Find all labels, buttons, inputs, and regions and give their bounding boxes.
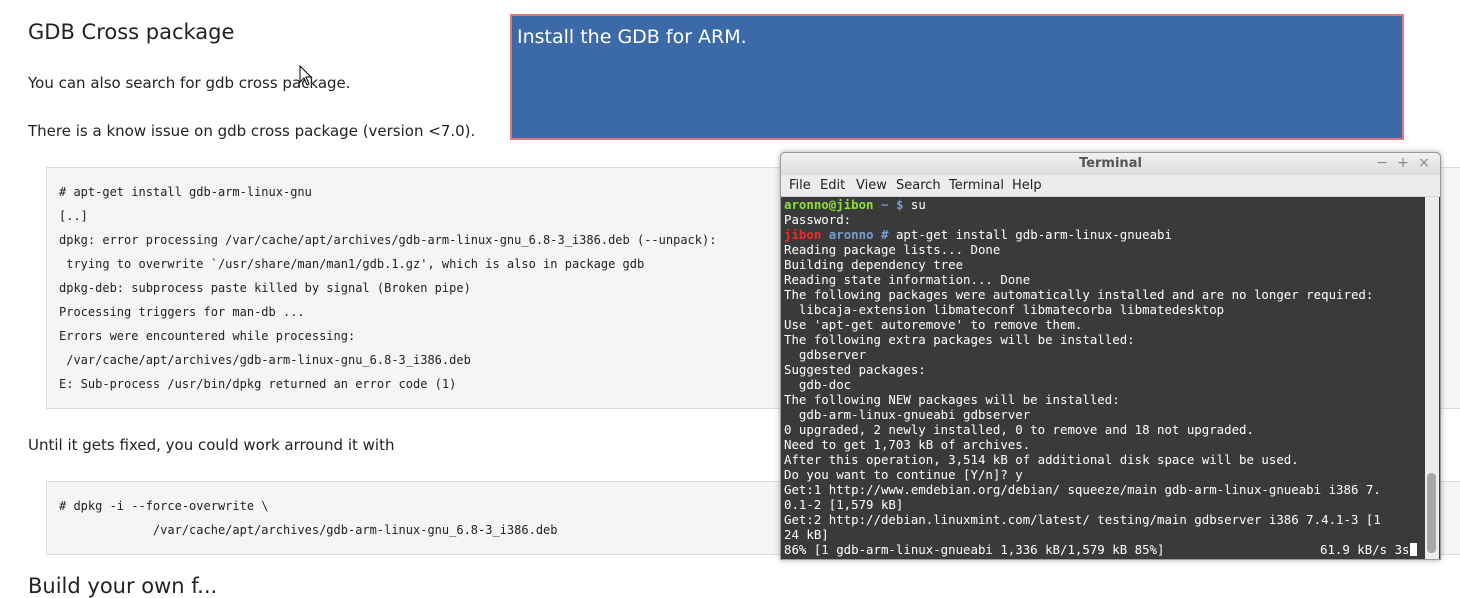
prompt-line-root: jibon aronno # apt-get install gdb-arm-l… bbox=[784, 227, 1172, 242]
terminal-menubar: File Edit View Search Terminal Help bbox=[781, 175, 1440, 197]
scrollbar-thumb[interactable] bbox=[1427, 473, 1436, 553]
prompt-command: su bbox=[910, 197, 926, 212]
minimize-icon[interactable]: − bbox=[1374, 155, 1390, 171]
prompt-path: ~ bbox=[881, 197, 889, 212]
terminal-scrollbar[interactable] bbox=[1425, 197, 1439, 559]
terminal-cursor bbox=[1409, 543, 1417, 556]
code-line: E: Sub-process /usr/bin/dpkg returned an… bbox=[59, 377, 457, 391]
paragraph-workaround: Until it gets fixed, you could work arro… bbox=[28, 436, 395, 454]
terminal-line: 24 kB] bbox=[784, 527, 829, 542]
menu-search[interactable]: Search bbox=[896, 178, 941, 193]
prompt-symbol: # bbox=[881, 227, 889, 242]
terminal-line: Reading state information... Done bbox=[784, 272, 1031, 287]
code-line: dpkg-deb: subprocess paste killed by sig… bbox=[59, 281, 471, 295]
menu-edit[interactable]: Edit bbox=[820, 178, 845, 193]
terminal-line: The following NEW packages will be insta… bbox=[784, 392, 1120, 407]
menu-help[interactable]: Help bbox=[1012, 178, 1042, 193]
annotation-banner: Install the GDB for ARM. bbox=[510, 14, 1404, 140]
code-line: /var/cache/apt/archives/gdb-arm-linux-gn… bbox=[59, 353, 471, 367]
progress-rate: 61.9 kB/s 3s bbox=[1320, 542, 1410, 557]
terminal-line: Use 'apt-get autoremove' to remove them. bbox=[784, 317, 1083, 332]
terminal-titlebar[interactable]: Terminal − + × bbox=[781, 153, 1440, 176]
paragraph-known-issue: There is a know issue on gdb cross packa… bbox=[28, 122, 476, 140]
mouse-pointer-icon bbox=[299, 64, 313, 91]
prompt-path: aronno bbox=[828, 227, 874, 242]
terminal-line: After this operation, 3,514 kB of additi… bbox=[784, 452, 1299, 467]
terminal-line: Do you want to continue [Y/n]? y bbox=[784, 467, 1023, 482]
terminal-line: Password: bbox=[784, 212, 852, 227]
menu-terminal[interactable]: Terminal bbox=[949, 178, 1004, 193]
maximize-icon[interactable]: + bbox=[1395, 155, 1411, 171]
terminal-line: The following packages were automaticall… bbox=[784, 287, 1374, 302]
progress-line-left: 86% [1 gdb-arm-linux-gnueabi 1,336 kB/1,… bbox=[784, 542, 1165, 557]
terminal-line: gdb-arm-linux-gnueabi gdbserver bbox=[784, 407, 1031, 422]
prompt-user: aronno@jibon bbox=[784, 197, 874, 212]
terminal-title: Terminal bbox=[1079, 156, 1142, 171]
banner-text: Install the GDB for ARM. bbox=[517, 26, 747, 48]
code-line: Processing triggers for man-db ... bbox=[59, 305, 305, 319]
code-line: # dpkg -i --force-overwrite \ bbox=[59, 499, 269, 513]
terminal-window[interactable]: Terminal − + × File Edit View Search Ter… bbox=[780, 152, 1441, 560]
code-line: Errors were encountered while processing… bbox=[59, 329, 356, 343]
section-heading: GDB Cross package bbox=[28, 20, 235, 44]
progress-line-right: 61.9 kB/s 3s bbox=[1320, 542, 1417, 557]
terminal-line: 0.1-2 [1,579 kB] bbox=[784, 497, 904, 512]
terminal-line: gdbserver bbox=[784, 347, 867, 362]
code-line: dpkg: error processing /var/cache/apt/ar… bbox=[59, 233, 717, 247]
code-line: [..] bbox=[59, 209, 88, 223]
prompt-host: jibon bbox=[784, 227, 822, 242]
terminal-screen[interactable]: aronno@jibon ~ $ su Password: jibon aron… bbox=[784, 197, 1424, 559]
menu-view[interactable]: View bbox=[856, 178, 887, 193]
terminal-line: Reading package lists... Done bbox=[784, 242, 1001, 257]
terminal-line: Building dependency tree bbox=[784, 257, 964, 272]
prompt-symbol: $ bbox=[895, 197, 904, 212]
terminal-line: 0 upgraded, 2 newly installed, 0 to remo… bbox=[784, 422, 1254, 437]
next-section-heading: Build your own f... bbox=[28, 574, 218, 598]
prompt-line-user: aronno@jibon ~ $ su bbox=[784, 197, 926, 212]
code-line: # apt-get install gdb-arm-linux-gnu bbox=[59, 185, 312, 199]
menu-file[interactable]: File bbox=[789, 178, 811, 193]
terminal-line: gdb-doc bbox=[784, 377, 852, 392]
terminal-line: Get:2 http://debian.linuxmint.com/latest… bbox=[784, 512, 1381, 527]
code-line: /var/cache/apt/archives/gdb-arm-linux-gn… bbox=[59, 523, 558, 537]
close-icon[interactable]: × bbox=[1416, 155, 1432, 171]
prompt-command: apt-get install gdb-arm-linux-gnueabi bbox=[895, 227, 1172, 242]
code-line: trying to overwrite `/usr/share/man/man1… bbox=[59, 257, 645, 271]
terminal-line: Need to get 1,703 kB of archives. bbox=[784, 437, 1031, 452]
terminal-line: Suggested packages: bbox=[784, 362, 926, 377]
terminal-line: The following extra packages will be ins… bbox=[784, 332, 1135, 347]
terminal-line: Get:1 http://www.emdebian.org/debian/ sq… bbox=[784, 482, 1381, 497]
terminal-line: libcaja-extension libmateconf libmatecor… bbox=[784, 302, 1225, 317]
